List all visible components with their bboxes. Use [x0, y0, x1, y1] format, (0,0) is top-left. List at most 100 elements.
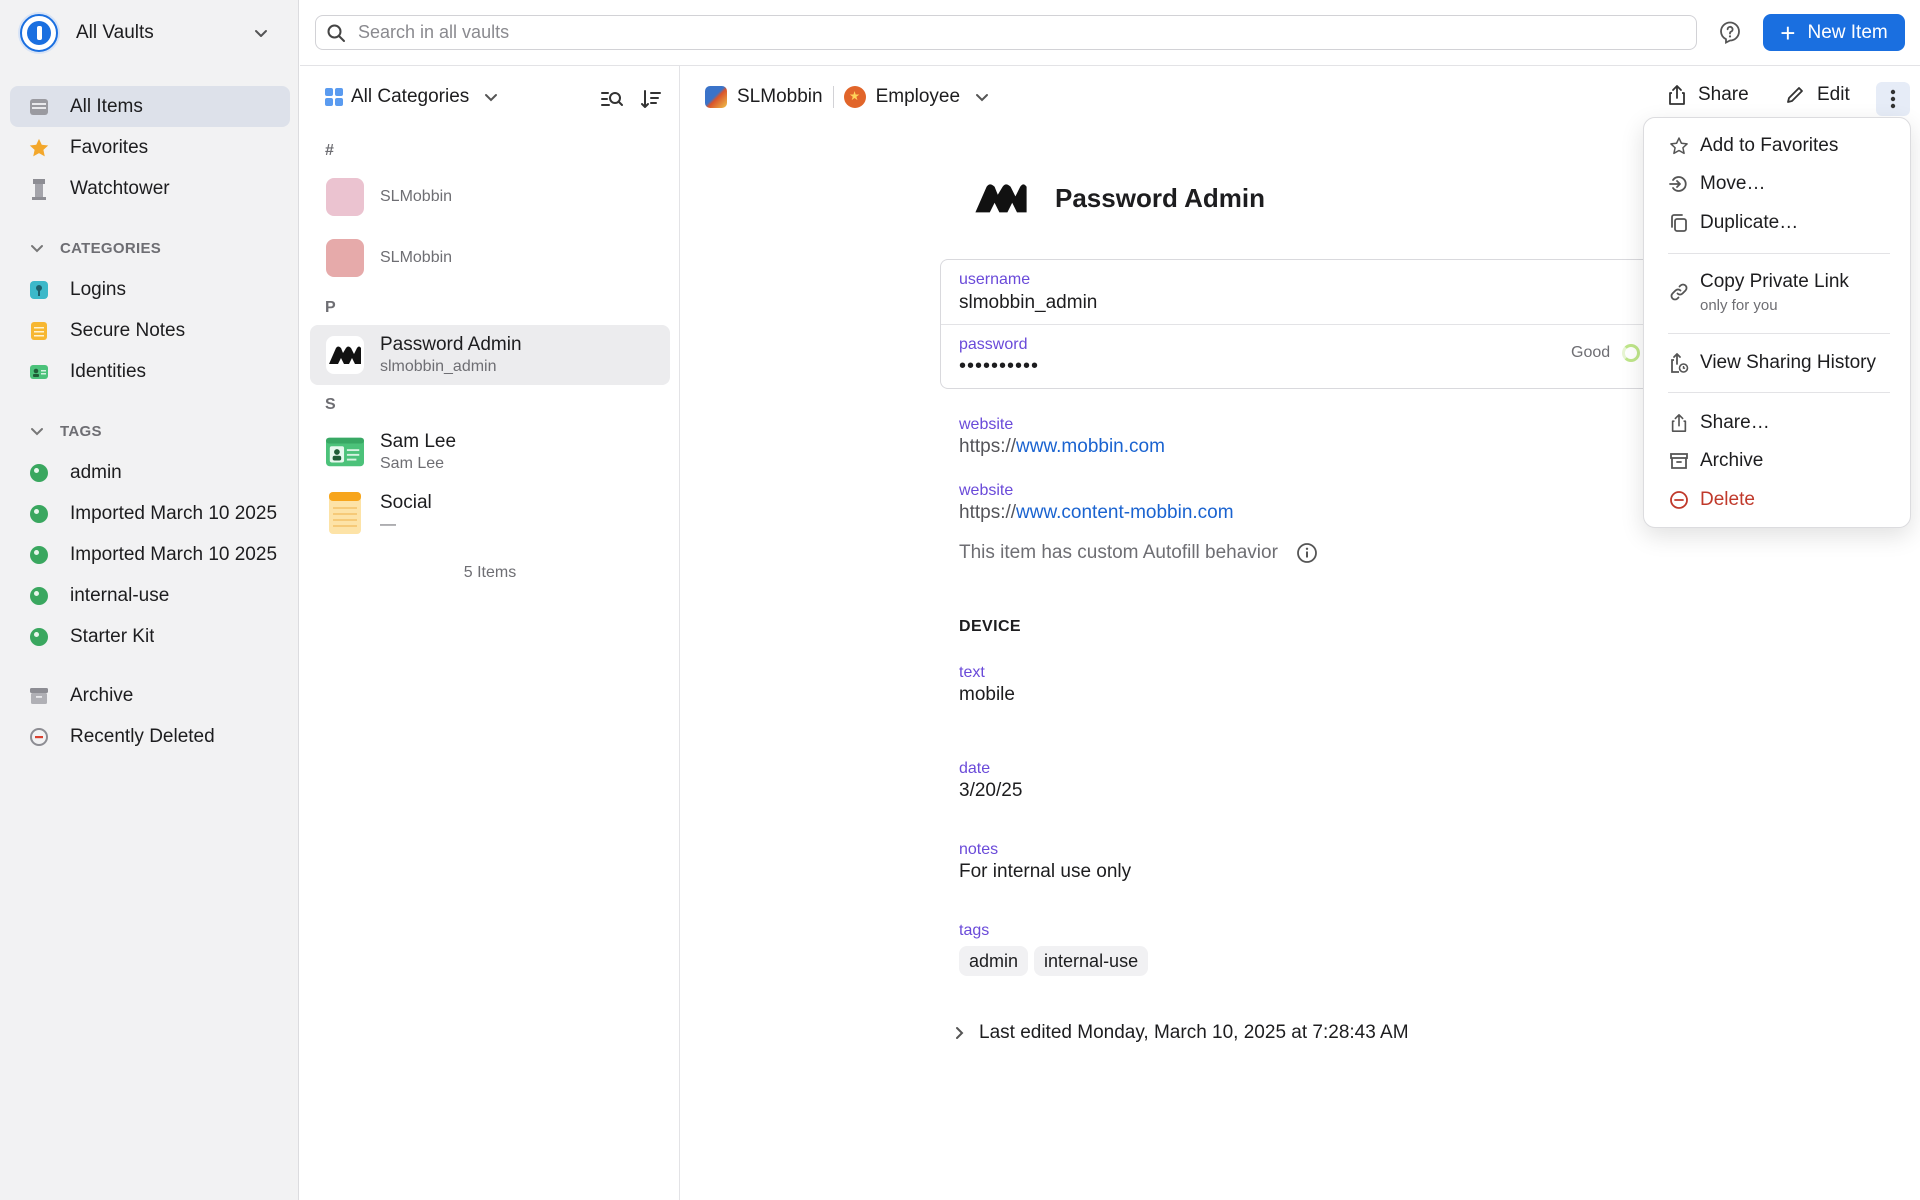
- menu-item-duplicate[interactable]: Duplicate…: [1644, 204, 1912, 242]
- vault-name: All Vaults: [76, 22, 154, 43]
- vault-switcher[interactable]: All Vaults: [20, 12, 278, 54]
- menu-item-add-to-favorites[interactable]: Add to Favorites: [1644, 127, 1912, 165]
- username-value[interactable]: slmobbin_admin: [959, 292, 1097, 314]
- info-icon[interactable]: [1296, 542, 1318, 564]
- list-item-subtitle: Sam Lee: [380, 455, 445, 472]
- text-value[interactable]: mobile: [959, 684, 1015, 706]
- list-item[interactable]: SLMobbin: [310, 167, 670, 227]
- sidebar-item-watchtower[interactable]: Watchtower: [10, 168, 290, 209]
- item-title-row: Password Admin: [969, 166, 1265, 230]
- sidebar-item-label: admin: [70, 461, 122, 483]
- sidebar-item-logins[interactable]: Logins: [10, 269, 290, 310]
- mobbin-logo-icon: [326, 336, 364, 374]
- archive-icon: [28, 685, 50, 707]
- category-filter[interactable]: All Categories: [325, 86, 499, 108]
- list-item[interactable]: Password Admin slmobbin_admin: [310, 325, 670, 385]
- filter-search-icon[interactable]: [600, 88, 624, 110]
- sidebar-tag-imported-1[interactable]: Imported March 10 2025: [10, 493, 290, 534]
- menu-item-view-sharing-history[interactable]: View Sharing History: [1644, 344, 1912, 382]
- list-item[interactable]: SLMobbin: [310, 228, 670, 288]
- list-group-letter: P: [325, 299, 336, 316]
- menu-item-label: Delete: [1700, 489, 1755, 510]
- sidebar-item-all-items[interactable]: All Items: [10, 86, 290, 127]
- tag-chip[interactable]: internal-use: [1034, 946, 1149, 976]
- tag-chip[interactable]: admin: [959, 946, 1029, 976]
- sort-icon[interactable]: [640, 88, 662, 110]
- sidebar-item-secure-notes[interactable]: Secure Notes: [10, 310, 290, 351]
- edit-label: Edit: [1817, 84, 1850, 105]
- sidebar-item-identities[interactable]: Identities: [10, 351, 290, 392]
- help-icon[interactable]: [1718, 20, 1742, 44]
- edit-button[interactable]: Edit: [1785, 84, 1850, 106]
- sidebar-item-label: Favorites: [70, 136, 149, 158]
- sidebar-tag-admin[interactable]: admin: [10, 452, 290, 493]
- categories-header[interactable]: CATEGORIES: [10, 230, 290, 266]
- list-item-title: SLMobbin: [380, 249, 453, 266]
- website-link[interactable]: www.content-mobbin.com: [1016, 502, 1234, 523]
- list-item[interactable]: Social —: [310, 483, 670, 543]
- tags-header[interactable]: TAGS: [10, 413, 290, 449]
- field-label: notes: [959, 841, 999, 858]
- autofill-text: This item has custom Autofill behavior: [959, 542, 1278, 563]
- sidebar-tag-internal-use[interactable]: internal-use: [10, 575, 290, 616]
- menu-item-delete[interactable]: Delete: [1644, 481, 1912, 519]
- search-bar[interactable]: [315, 15, 1697, 50]
- list-item-subtitle: slmobbin_admin: [380, 358, 497, 375]
- date-value[interactable]: 3/20/25: [959, 780, 1022, 802]
- website-link[interactable]: www.mobbin.com: [1016, 436, 1165, 457]
- watchtower-icon: [28, 178, 50, 200]
- list-item[interactable]: Sam Lee Sam Lee: [310, 422, 670, 482]
- list-header: All Categories: [300, 66, 680, 132]
- identity-icon: [326, 433, 364, 471]
- menu-item-move[interactable]: Move…: [1644, 165, 1912, 203]
- chevron-down-icon[interactable]: [974, 89, 990, 105]
- menu-item-copy-private-link[interactable]: Copy Private Link only for you: [1644, 267, 1912, 319]
- sidebar-item-archive[interactable]: Archive: [10, 675, 290, 716]
- breadcrumb: SLMobbin Employee: [705, 86, 990, 108]
- menu-item-label: Move…: [1700, 173, 1766, 194]
- field-label: date: [959, 760, 991, 777]
- password-strength: Good: [1571, 344, 1641, 362]
- item-list: All Categories # SLMobbin SLMobbin P Pas…: [300, 66, 680, 1200]
- more-options-menu: Add to Favorites Move… Duplicate… Copy P…: [1643, 117, 1911, 528]
- chevron-down-icon: [485, 94, 498, 102]
- notes-value[interactable]: For internal use only: [959, 861, 1131, 883]
- list-group-letter: #: [325, 142, 334, 159]
- tag-icon: [30, 586, 48, 605]
- tag-icon: [30, 463, 48, 482]
- share-button[interactable]: Share: [1666, 84, 1749, 106]
- duplicate-icon: [1668, 212, 1690, 234]
- sidebar-tag-imported-2[interactable]: Imported March 10 2025: [10, 534, 290, 575]
- menu-item-share[interactable]: Share…: [1644, 404, 1912, 442]
- chevron-down-icon: [255, 30, 267, 37]
- owner-selector[interactable]: Employee: [876, 86, 961, 108]
- sidebar-tag-starter-kit[interactable]: Starter Kit: [10, 616, 290, 657]
- field-label: username: [959, 271, 1031, 288]
- section-title: DEVICE: [959, 618, 1021, 635]
- app-logo-icon: [20, 14, 58, 52]
- search-input[interactable]: [358, 22, 1658, 43]
- more-options-button[interactable]: [1876, 82, 1910, 116]
- sidebar-item-favorites[interactable]: Favorites: [10, 127, 290, 168]
- vault-link[interactable]: SLMobbin: [737, 86, 823, 108]
- autofill-note: This item has custom Autofill behavior: [959, 542, 1318, 564]
- menu-item-label: Add to Favorites: [1700, 135, 1839, 156]
- plus-icon: +: [1780, 17, 1796, 48]
- sidebar-item-label: Secure Notes: [70, 319, 186, 341]
- share-label: Share: [1698, 84, 1749, 105]
- field-label: text: [959, 664, 985, 681]
- search-icon: [327, 24, 345, 42]
- last-edited-toggle[interactable]: Last edited Monday, March 10, 2025 at 7:…: [953, 1022, 1409, 1044]
- categories-icon: [325, 88, 343, 106]
- field-label: website: [959, 416, 1014, 433]
- new-item-button[interactable]: + New Item: [1763, 14, 1905, 51]
- sidebar-item-label: Imported March 10 2025: [70, 502, 278, 524]
- sidebar-item-recently-deleted[interactable]: Recently Deleted: [10, 716, 290, 757]
- share-icon: [1668, 412, 1690, 434]
- more-vertical-icon: [1890, 89, 1896, 109]
- password-value[interactable]: ••••••••••: [959, 355, 1039, 378]
- section-title: CATEGORIES: [60, 239, 162, 257]
- menu-item-archive[interactable]: Archive: [1644, 442, 1912, 480]
- move-icon: [1668, 173, 1690, 195]
- website-prefix: https://: [959, 436, 1017, 457]
